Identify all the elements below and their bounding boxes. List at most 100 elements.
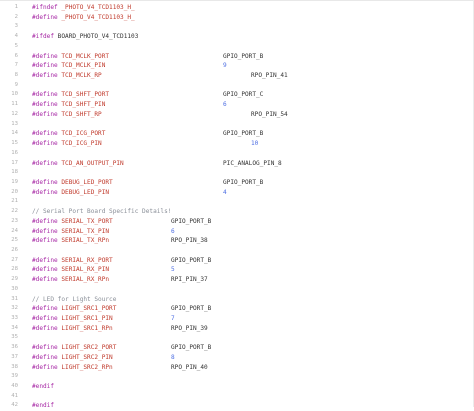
code-line[interactable]: 31 // LED for Light Source	[0, 295, 474, 305]
line-number: 10	[11, 91, 18, 98]
preprocessor-keyword: #define	[32, 315, 58, 322]
macro-value-number: 5	[171, 266, 175, 274]
line-text: #define SERIAL_TX_PIN	[32, 227, 109, 237]
line-number: 6	[14, 52, 18, 59]
code-line[interactable]: 33 #define LIGHT_SRC1_PIN 7	[0, 314, 474, 324]
code-line[interactable]: 34 #define LIGHT_SRC1_RPn RPO_PIN_39	[0, 324, 474, 334]
preprocessor-keyword: #define	[32, 217, 58, 225]
macro-value: GPIO_PORT_B	[171, 344, 212, 352]
line-number: 28	[11, 266, 18, 273]
preprocessor-keyword: #define	[32, 276, 58, 284]
code-line[interactable]: 12 #define TCD_SHFT_RP RPO_PIN_54	[0, 110, 474, 120]
code-line[interactable]: 24 #define SERIAL_TX_PIN 6	[0, 227, 474, 237]
preprocessor-keyword: #define	[32, 140, 58, 148]
preprocessor-keyword: #define	[32, 13, 58, 21]
preprocessor-keyword: #define	[32, 52, 58, 60]
code-line[interactable]: 4 #ifdef BOARD_PHOTO_V4_TCD1103	[0, 32, 474, 42]
line-text: #ifndef _PHOTO_V4_TCD1103_H_	[32, 3, 135, 13]
macro-name: SERIAL_TX_PIN	[61, 227, 110, 235]
line-text: #define DEBUG_LED_PIN	[32, 188, 109, 198]
macro-value: GPIO_PORT_B	[171, 256, 212, 264]
code-line[interactable]: 15 #define TCD_ICG_PIN 10	[0, 139, 474, 149]
macro-value: RPO_PIN_54	[251, 110, 288, 118]
macro-value: GPIO_PORT_B	[171, 217, 212, 225]
line-text: #define SERIAL_TX_PORT	[32, 217, 113, 227]
macro-name: SERIAL_RX_PORT	[61, 256, 113, 264]
macro-value-number: 7	[171, 315, 175, 322]
line-number: 23	[11, 217, 18, 224]
preprocessor-keyword: #define	[32, 91, 58, 99]
line-number: 16	[11, 149, 18, 156]
line-text: #define TCD_MCLK_PORT	[32, 52, 109, 62]
macro-value: RPO_PIN_38	[171, 237, 208, 245]
code-line[interactable]: 5	[0, 42, 474, 52]
line-text: #define SERIAL_RX_RPn	[32, 275, 109, 285]
line-text: // Serial Port Board Specific Details!	[32, 207, 171, 217]
macro-value: GPIO_PORT_B	[171, 305, 212, 313]
code-line[interactable]: 19 #define DEBUG_LED_PORT GPIO_PORT_B	[0, 178, 474, 188]
macro-value: RPO_PIN_40	[171, 363, 208, 371]
line-number: 37	[11, 353, 18, 360]
code-line[interactable]: 26	[0, 246, 474, 256]
code-line[interactable]: 20 #define DEBUG_LED_PIN 4	[0, 188, 474, 198]
code-line[interactable]: 39	[0, 372, 474, 382]
preprocessor-keyword: #define	[32, 62, 58, 70]
code-line[interactable]: 3	[0, 22, 474, 32]
code-line[interactable]: 14 #define TCD_ICG_PORT GPIO_PORT_B	[0, 129, 474, 139]
line-number: 20	[11, 188, 18, 195]
code-line[interactable]: 32 #define LIGHT_SRC1_PORT GPIO_PORT_B	[0, 304, 474, 314]
line-number: 3	[14, 23, 18, 30]
code-editor[interactable]: 1 #ifndef _PHOTO_V4_TCD1103_H_ 2 #define _P…	[0, 0, 474, 409]
code-area[interactable]: 1 #ifndef _PHOTO_V4_TCD1103_H_ 2 #define _P…	[0, 3, 474, 411]
code-line[interactable]: 25 #define SERIAL_TX_RPn RPO_PIN_38	[0, 236, 474, 246]
code-comment: // LED for Light Source	[32, 295, 117, 303]
line-text: #endif	[32, 401, 54, 411]
code-line[interactable]: 30	[0, 285, 474, 295]
code-line[interactable]: 10 #define TCD_SHFT_PORT GPIO_PORT_C	[0, 90, 474, 100]
preprocessor-keyword: #define	[32, 324, 58, 332]
macro-value-number: 8	[171, 353, 175, 361]
preprocessor-keyword: #endif	[32, 383, 55, 391]
code-line[interactable]: 35	[0, 333, 474, 343]
code-line[interactable]: 8 #define TCD_MCLK_RP RPO_PIN_41	[0, 71, 474, 81]
code-line[interactable]: 40 #endif	[0, 382, 474, 392]
code-line[interactable]: 29 #define SERIAL_RX_RPn RPI_PIN_37	[0, 275, 474, 285]
code-line[interactable]: 13	[0, 120, 474, 130]
code-line[interactable]: 2 #define _PHOTO_V4_TCD1103_H_	[0, 13, 474, 23]
preprocessor-keyword: #define	[32, 188, 58, 196]
code-line[interactable]: 6 #define TCD_MCLK_PORT GPIO_PORT_B	[0, 52, 474, 62]
line-number: 27	[11, 256, 18, 263]
code-line[interactable]: 28 #define SERIAL_RX_PIN 5	[0, 265, 474, 275]
line-text: #define LIGHT_SRC2_PIN	[32, 353, 113, 363]
code-line[interactable]: 21	[0, 197, 474, 207]
code-line[interactable]: 9	[0, 81, 474, 91]
code-line[interactable]: 41	[0, 392, 474, 402]
line-number: 12	[11, 110, 18, 117]
code-line[interactable]: 23 #define SERIAL_TX_PORT GPIO_PORT_B	[0, 217, 474, 227]
code-line[interactable]: 11 #define TCD_SHFT_PIN 6	[0, 100, 474, 110]
macro-name: TCD_MCLK_PORT	[61, 52, 110, 60]
code-line[interactable]: 38 #define LIGHT_SRC2_RPn RPO_PIN_40	[0, 363, 474, 373]
code-line[interactable]: 1 #ifndef _PHOTO_V4_TCD1103_H_	[0, 3, 474, 13]
code-line[interactable]: 16	[0, 149, 474, 159]
preprocessor-keyword: #define	[32, 101, 58, 109]
line-number: 21	[11, 198, 18, 205]
code-line[interactable]: 22 // Serial Port Board Specific Details!	[0, 207, 474, 217]
preprocessor-keyword: #ifdef	[32, 33, 55, 41]
code-line[interactable]: 18	[0, 168, 474, 178]
code-line[interactable]: 37 #define LIGHT_SRC2_PIN 8	[0, 353, 474, 363]
line-text: #define TCD_MCLK_RP	[32, 71, 102, 81]
line-text: #endif	[32, 382, 54, 392]
line-number: 34	[11, 324, 18, 331]
code-line[interactable]: 27 #define SERIAL_RX_PORT GPIO_PORT_B	[0, 256, 474, 266]
macro-name: TCD_SHFT_RP	[61, 110, 102, 118]
code-line[interactable]: 17 #define TCD_AN_OUTPUT_PIN PIC_ANALOG_PI…	[0, 159, 474, 169]
code-line[interactable]: 36 #define LIGHT_SRC2_PORT GPIO_PORT_B	[0, 343, 474, 353]
line-number: 7	[14, 62, 18, 69]
line-text: #define LIGHT_SRC2_PORT	[32, 343, 116, 353]
line-text: #define SERIAL_RX_PORT	[32, 256, 113, 266]
line-number: 14	[11, 130, 18, 137]
code-line[interactable]: 42 #endif	[0, 401, 474, 411]
macro-value: GPIO_PORT_B	[223, 178, 264, 186]
code-line[interactable]: 7 #define TCD_MCLK_PIN 9	[0, 61, 474, 71]
